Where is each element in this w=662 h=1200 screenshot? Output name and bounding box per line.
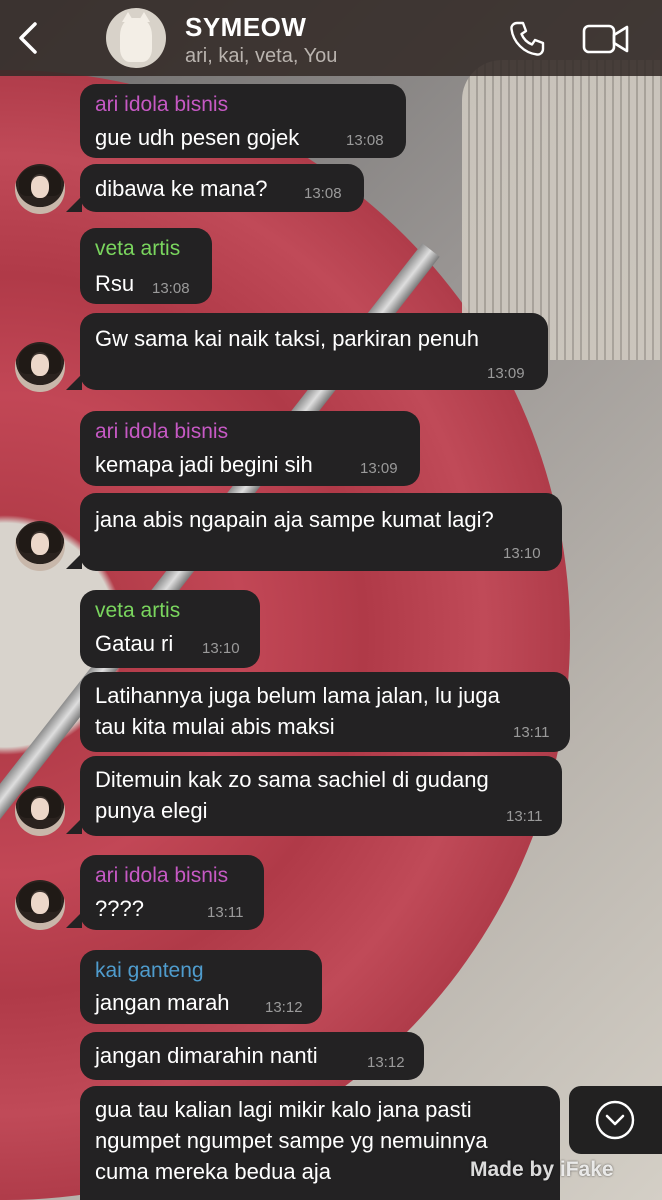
sender-name[interactable]: veta artis	[95, 237, 180, 261]
message-bubble[interactable]: kai ganteng jangan marah 13:12	[80, 950, 322, 1024]
message-bubble[interactable]: Latihannya juga belum lama jalan, lu jug…	[80, 672, 570, 752]
group-members[interactable]: ari, kai, veta, You	[185, 45, 337, 68]
message-time: 13:08	[152, 280, 190, 297]
message-bubble[interactable]: ari idola bisnis ???? 13:11	[80, 855, 264, 930]
message-bubble[interactable]: veta artis Gatau ri 13:10	[80, 590, 260, 668]
avatar[interactable]	[15, 786, 65, 836]
message-time: 13:08	[304, 185, 342, 202]
message-text: Gw sama kai naik taksi, parkiran penuh	[95, 326, 479, 351]
message-time: 13:11	[513, 724, 550, 741]
sender-name[interactable]: ari idola bisnis	[95, 864, 228, 888]
message-bubble[interactable]: Gw sama kai naik taksi, parkiran penuh 1…	[80, 313, 548, 390]
avatar[interactable]	[15, 342, 65, 392]
voice-call-button[interactable]	[508, 20, 546, 58]
message-text: jangan dimarahin nanti	[95, 1043, 318, 1068]
message-text: gue udh pesen gojek	[95, 125, 300, 150]
message-time: 13:08	[346, 132, 384, 149]
sender-name[interactable]: ari idola bisnis	[95, 93, 228, 117]
message-bubble[interactable]: dibawa ke mana? 13:08	[80, 164, 364, 212]
avatar[interactable]	[15, 880, 65, 930]
avatar[interactable]	[15, 164, 65, 214]
chevron-left-icon	[19, 22, 37, 54]
message-bubble[interactable]: gua tau kalian lagi mikir kalo jana past…	[80, 1086, 560, 1200]
message-text: Ditemuin kak zo sama sachiel di gudang p…	[95, 767, 489, 823]
message-bubble[interactable]: ari idola bisnis kemapa jadi begini sih …	[80, 411, 420, 486]
message-bubble[interactable]: jangan dimarahin nanti 13:12	[80, 1032, 424, 1080]
message-time: 13:11	[506, 808, 543, 825]
sender-name[interactable]: veta artis	[95, 599, 180, 623]
message-time: 13:12	[367, 1054, 405, 1071]
message-text: dibawa ke mana?	[95, 176, 268, 201]
message-bubble[interactable]: Ditemuin kak zo sama sachiel di gudang p…	[80, 756, 562, 836]
group-avatar[interactable]	[106, 8, 166, 68]
sender-name[interactable]: ari idola bisnis	[95, 420, 228, 444]
message-text: Latihannya juga belum lama jalan, lu jug…	[95, 683, 500, 739]
back-button[interactable]	[12, 20, 48, 56]
video-call-button[interactable]	[582, 22, 630, 56]
message-bubble[interactable]: jana abis ngapain aja sampe kumat lagi? …	[80, 493, 562, 571]
message-text: Rsu	[95, 271, 135, 296]
message-text: jana abis ngapain aja sampe kumat lagi?	[95, 507, 494, 532]
message-text: Gatau ri	[95, 631, 174, 656]
message-text: gua tau kalian lagi mikir kalo jana past…	[95, 1097, 488, 1184]
avatar[interactable]	[15, 521, 65, 571]
message-text: ????	[95, 896, 144, 921]
watermark: Made by iFake	[470, 1158, 614, 1181]
group-title[interactable]: SYMEOW	[185, 12, 306, 43]
message-text: kemapa jadi begini sih	[95, 452, 313, 477]
message-time: 13:09	[360, 460, 398, 477]
message-bubble[interactable]: veta artis Rsu 13:08	[80, 228, 212, 304]
message-time: 13:10	[202, 640, 240, 657]
message-bubble[interactable]: ari idola bisnis gue udh pesen gojek 13:…	[80, 84, 406, 158]
cat-avatar-image	[120, 12, 152, 62]
message-time: 13:11	[207, 904, 244, 921]
message-time: 13:10	[503, 545, 541, 562]
sender-name[interactable]: kai ganteng	[95, 959, 204, 983]
chat-header: SYMEOW ari, kai, veta, You	[0, 0, 662, 76]
message-time: 13:09	[487, 365, 525, 382]
scroll-to-bottom-button[interactable]	[569, 1086, 662, 1154]
message-text: jangan marah	[95, 990, 230, 1015]
message-time: 13:12	[265, 999, 303, 1016]
phone-icon	[510, 21, 545, 56]
chevron-down-circle-icon	[595, 1100, 635, 1140]
video-camera-icon	[582, 24, 629, 54]
